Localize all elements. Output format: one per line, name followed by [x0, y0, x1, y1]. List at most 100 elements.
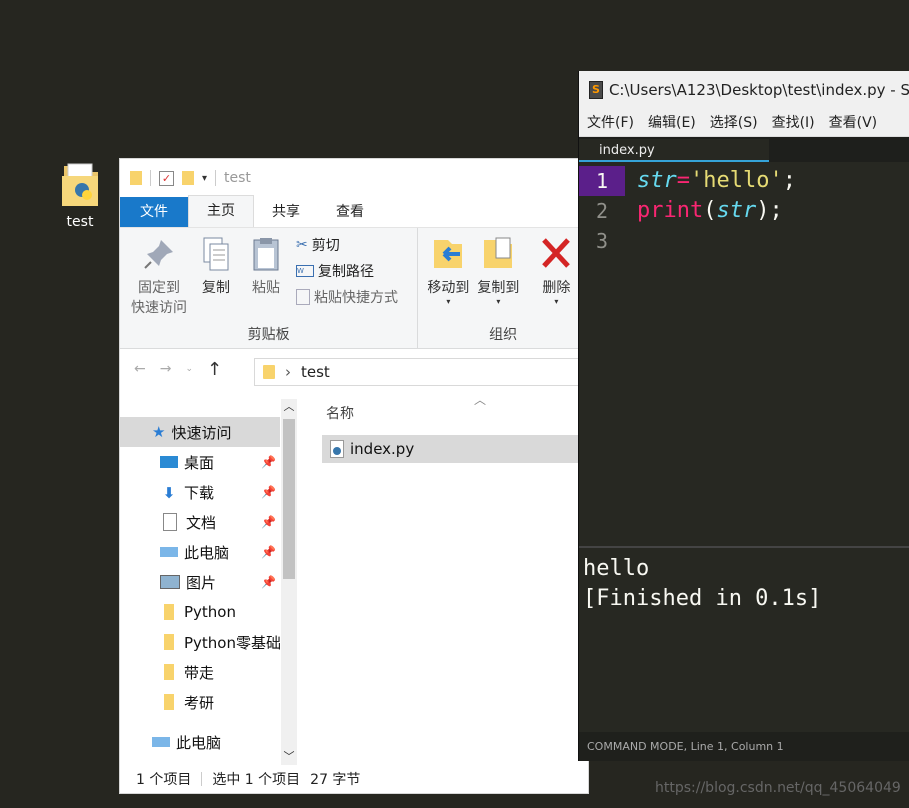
file-name: index.py: [350, 440, 415, 458]
quick-access-toolbar: ✓ ▾ test: [120, 159, 588, 197]
nav-scrollbar[interactable]: ︿ ﹀: [281, 399, 297, 765]
paste-shortcut-icon: [296, 289, 310, 305]
delete-button[interactable]: 删除 ▾: [530, 236, 582, 306]
nav-item-downloads[interactable]: ⬇ 下载 📌: [120, 477, 280, 507]
paste-shortcut-label: 粘贴快捷方式: [314, 290, 398, 306]
address-bar[interactable]: › test: [254, 358, 584, 386]
sublime-status-bar: COMMAND MODE, Line 1, Column 1: [579, 732, 909, 761]
window-title: test: [224, 170, 251, 186]
code-editor[interactable]: 1 str='hello'; 2 print(str); 3: [579, 162, 909, 546]
folder-icon: [164, 664, 174, 680]
file-row[interactable]: index.py: [322, 435, 588, 463]
menu-find[interactable]: 查找(I): [772, 112, 815, 132]
selected-count: 选中 1 个项目: [212, 772, 301, 788]
nav-label: 带走: [184, 663, 215, 682]
new-folder-icon[interactable]: [182, 171, 194, 185]
pin-icon: [141, 236, 177, 272]
copy-button[interactable]: 复制: [190, 236, 242, 298]
computer-icon: [160, 547, 178, 557]
menu-edit[interactable]: 编辑(E): [648, 112, 696, 132]
tab-view[interactable]: 查看: [318, 197, 382, 227]
properties-check-icon[interactable]: ✓: [159, 170, 174, 186]
folder-icon: [164, 634, 174, 650]
nav-item-daizou[interactable]: 带走: [120, 657, 280, 687]
copy-path-button[interactable]: W 复制路径: [296, 260, 374, 282]
tab-file[interactable]: 文件: [120, 197, 188, 227]
desktop-icon: [160, 456, 178, 468]
qat-dropdown-icon[interactable]: ▾: [202, 173, 207, 184]
move-to-button[interactable]: 移动到 ▾: [422, 236, 474, 306]
code-text: str='hello';: [637, 168, 796, 193]
code-line-1: 1 str='hello';: [579, 166, 909, 196]
menu-view[interactable]: 查看(V): [829, 112, 878, 132]
divider: [150, 170, 151, 186]
clipboard-group: 固定到 快速访问 复制 粘贴 ✂ 剪切 W 复制路径 粘贴快捷方式 剪贴板: [120, 228, 419, 348]
python-file-icon: [330, 440, 344, 458]
console-line: hello: [583, 556, 650, 581]
recent-dropdown-icon[interactable]: ⌄: [185, 364, 193, 374]
copy-path-icon: W: [296, 265, 314, 277]
pin-icon: 📌: [261, 515, 276, 529]
computer-icon: [152, 737, 170, 747]
scroll-down-icon[interactable]: ﹀: [281, 749, 297, 765]
code-text: print(str);: [637, 198, 783, 223]
move-to-dropdown-icon: ▾: [446, 297, 451, 306]
ribbon-tabs: 文件 主页 共享 查看: [120, 195, 588, 228]
pin-icon: 📌: [261, 455, 276, 469]
python-file-icon: [58, 160, 102, 210]
menu-file[interactable]: 文件(F): [587, 112, 634, 132]
menu-selection[interactable]: 选择(S): [710, 112, 758, 132]
console-output: hello [Finished in 0.1s]: [583, 554, 821, 614]
delete-x-icon: [538, 236, 574, 272]
back-arrow-icon[interactable]: ←: [134, 361, 146, 377]
scroll-thumb[interactable]: [283, 419, 295, 579]
organize-group-label: 组织: [489, 327, 518, 343]
breadcrumb-chevron-icon: ›: [285, 363, 291, 381]
address-path: test: [301, 363, 330, 381]
tab-share[interactable]: 共享: [254, 197, 318, 227]
download-icon: ⬇: [162, 484, 176, 502]
desktop-folder-test[interactable]: test: [52, 160, 108, 230]
copy-to-label: 复制到: [477, 280, 520, 296]
nav-label: Python: [184, 603, 236, 621]
nav-item-documents[interactable]: 文档 📌: [120, 507, 280, 537]
document-icon: [163, 513, 177, 531]
forward-arrow-icon[interactable]: →: [160, 361, 172, 377]
line-number: 2: [595, 199, 609, 223]
nav-item-quick-access[interactable]: ★ 快速访问: [120, 417, 280, 447]
ribbon: 固定到 快速访问 复制 粘贴 ✂ 剪切 W 复制路径 粘贴快捷方式 剪贴板 移动…: [120, 228, 588, 349]
move-to-label: 移动到: [427, 280, 470, 296]
cut-label: 剪切: [311, 238, 340, 254]
pin-quick-access-button[interactable]: 固定到 快速访问: [128, 236, 190, 318]
nav-item-desktop[interactable]: 桌面 📌: [120, 447, 280, 477]
copy-to-dropdown-icon: ▾: [496, 297, 501, 306]
nav-item-kaoyan[interactable]: 考研: [120, 687, 280, 717]
nav-item-python-basics[interactable]: Python零基础: [120, 627, 280, 657]
tab-index-py[interactable]: index.py: [579, 139, 769, 163]
paste-shortcut-button[interactable]: 粘贴快捷方式: [296, 286, 398, 308]
pin-icon: 📌: [261, 485, 276, 499]
copy-to-button[interactable]: 复制到 ▾: [472, 236, 524, 306]
copy-to-icon: [480, 236, 516, 272]
move-to-icon: [430, 236, 466, 272]
scroll-up-icon[interactable]: ︿: [281, 399, 297, 415]
tab-home[interactable]: 主页: [188, 195, 254, 227]
nav-item-python[interactable]: Python: [120, 597, 280, 627]
up-arrow-icon[interactable]: ↑: [207, 359, 222, 380]
scissors-icon: ✂: [296, 237, 308, 253]
pin-label-2: 快速访问: [131, 300, 187, 316]
pictures-icon: [160, 575, 180, 589]
nav-item-pictures[interactable]: 图片 📌: [120, 567, 280, 597]
divider: [215, 170, 217, 186]
nav-label: 快速访问: [171, 423, 232, 442]
pin-icon: 📌: [261, 545, 276, 559]
window-title: C:\Users\A123\Desktop\test\index.py - S: [608, 80, 909, 99]
pin-icon: 📌: [261, 575, 276, 589]
build-output-panel[interactable]: hello [Finished in 0.1s]: [579, 546, 909, 734]
cut-button[interactable]: ✂ 剪切: [296, 234, 340, 256]
nav-item-this-pc-root[interactable]: 此电脑: [120, 727, 280, 757]
paste-button[interactable]: 粘贴: [240, 236, 292, 298]
divider: [201, 772, 203, 786]
column-header-name[interactable]: 名称: [326, 403, 354, 423]
nav-item-this-pc[interactable]: 此电脑 📌: [120, 537, 280, 567]
